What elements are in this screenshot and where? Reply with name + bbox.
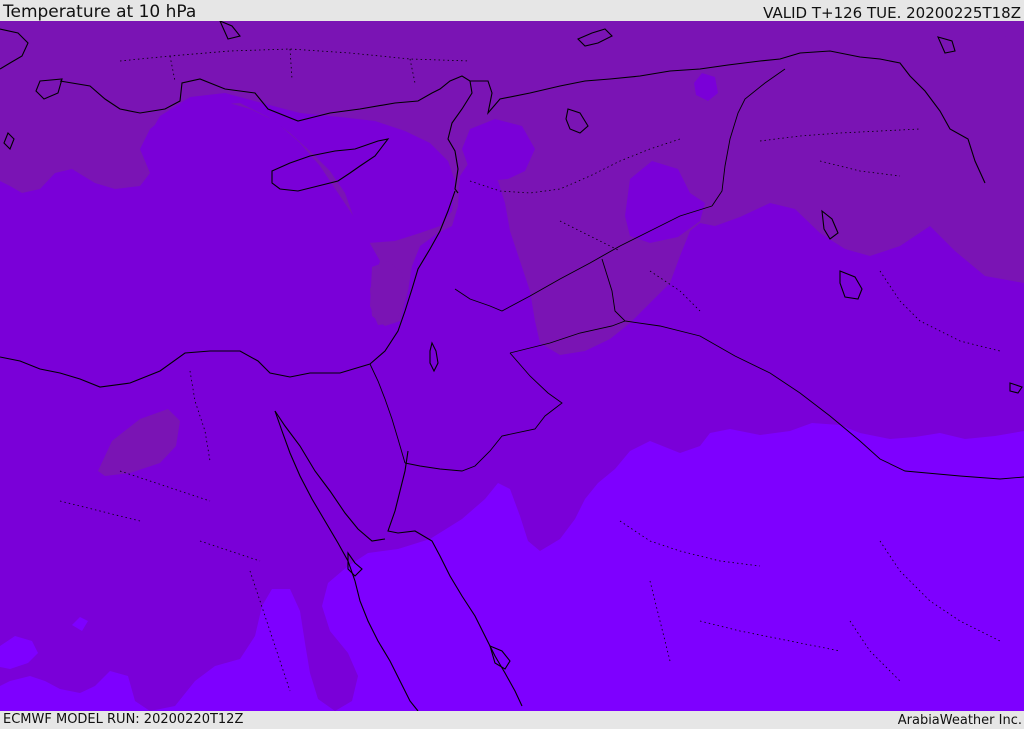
valid-time-label: VALID T+126 TUE. 20200225T18Z xyxy=(763,4,1021,22)
model-run-label: ECMWF MODEL RUN: 20200220T12Z xyxy=(3,712,244,727)
weather-map[interactable] xyxy=(0,21,1024,711)
header-bar: Temperature at 10 hPa VALID T+126 TUE. 2… xyxy=(0,0,1024,21)
credit-label: ArabiaWeather Inc. xyxy=(897,713,1022,728)
footer-bar: ECMWF MODEL RUN: 20200220T12Z ArabiaWeat… xyxy=(0,711,1024,729)
map-canvas xyxy=(0,21,1024,711)
map-title: Temperature at 10 hPa xyxy=(3,2,197,22)
